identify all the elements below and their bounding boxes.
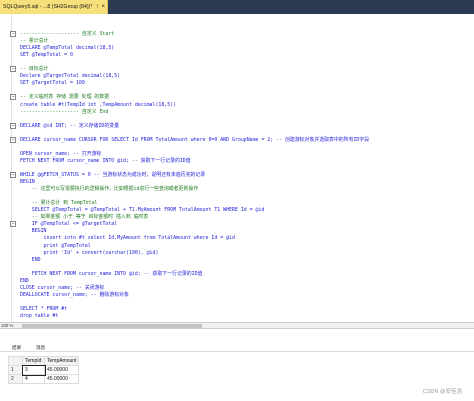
watermark: CSDN @安佳浩 (422, 389, 462, 395)
results-pane: 结果 消息 TempId TempAmount 1 3 45.00000 2 4… (0, 329, 474, 401)
grid-corner (8, 356, 23, 366)
editor-gutter (0, 14, 12, 328)
grid-cell[interactable]: 4 (22, 374, 45, 384)
fold-toggle-icon[interactable]: − (10, 172, 16, 178)
query-tab-label: SQLQuery5.sql - ...8 (SH2Group (84))* (3, 4, 93, 10)
column-header[interactable]: TempAmount (43, 356, 80, 366)
code-line[interactable]: SET @TargetTotal = 100 (20, 79, 85, 87)
grid-cell[interactable]: 45.00000 (43, 365, 80, 375)
row-number: 2 (8, 374, 23, 384)
column-header[interactable]: TempId (22, 356, 45, 366)
code-line[interactable]: SET @TempTotal = 0 (20, 51, 73, 59)
query-editor[interactable]: − − − − − − − -------------------- 自定义 Start --… (0, 14, 474, 328)
grid-cell[interactable]: 45.00000 (43, 374, 80, 384)
results-grid[interactable]: TempId TempAmount 1 3 45.00000 2 4 45.00… (8, 356, 80, 384)
code-line[interactable]: FETCH NEXT FROM cursor_name INTO @id; --… (20, 157, 191, 165)
scrollbar-thumb[interactable] (22, 324, 202, 328)
fold-toggle-icon[interactable]: − (10, 66, 16, 73)
zoom-level[interactable]: 100 % (0, 323, 13, 328)
ssms-window: SQLQuery5.sql - ...8 (SH2Group (84))* ↑ … (0, 0, 474, 401)
table-row[interactable]: 1 3 45.00000 (8, 364, 80, 376)
code-line[interactable]: print 'Id' + convert(varchar(100), @id) (20, 249, 159, 257)
editor-horizontal-scrollbar[interactable]: 100 % (0, 322, 474, 329)
code-line[interactable]: FETCH NEXT FROM cursor_name INTO @id; --… (20, 270, 203, 278)
close-icon[interactable]: × (101, 0, 105, 14)
grid-cell[interactable]: 3 (21, 364, 46, 376)
fold-toggle-icon[interactable]: − (10, 122, 16, 129)
pin-icon[interactable]: ↑ (96, 0, 99, 14)
code-line[interactable]: END (20, 256, 41, 264)
fold-toggle-icon[interactable]: − (10, 221, 16, 228)
tab-messages[interactable]: 消息 (36, 344, 45, 351)
code-line[interactable]: DECLARE cursor_name CURSOR FOR SELECT Id… (20, 136, 369, 144)
fold-toggle-icon[interactable]: − (10, 31, 16, 37)
table-row[interactable]: 2 4 45.00000 (8, 374, 80, 384)
results-tabs: 结果 消息 (0, 343, 474, 352)
code-line[interactable]: -------------------- 自定义 End (20, 108, 108, 116)
query-tab[interactable]: SQLQuery5.sql - ...8 (SH2Group (84))* ↑ … (0, 0, 108, 14)
document-tab-bar: SQLQuery5.sql - ...8 (SH2Group (84))* ↑ … (0, 0, 474, 14)
code-line[interactable]: DEALLOCATE cursor_name; -- 删除游标对象 (20, 291, 129, 299)
code-line[interactable]: -- 这里可以写需要执行的逻辑操作，比如根据id进行一些查询或者更新操作 (20, 185, 198, 193)
fold-toggle-icon[interactable]: − (10, 136, 16, 143)
row-number: 1 (8, 365, 23, 375)
fold-toggle-icon[interactable]: − (10, 94, 16, 101)
tab-results[interactable]: 结果 (12, 344, 21, 351)
code-line[interactable]: drop table #t (20, 312, 58, 320)
code-line[interactable]: DECLARE @id INT; -- 定义存储ID的变量 (20, 122, 119, 130)
code-line[interactable]: WHILE @@FETCH_STATUS = 0 -- 当游标状态为成功时，说明… (20, 171, 205, 179)
